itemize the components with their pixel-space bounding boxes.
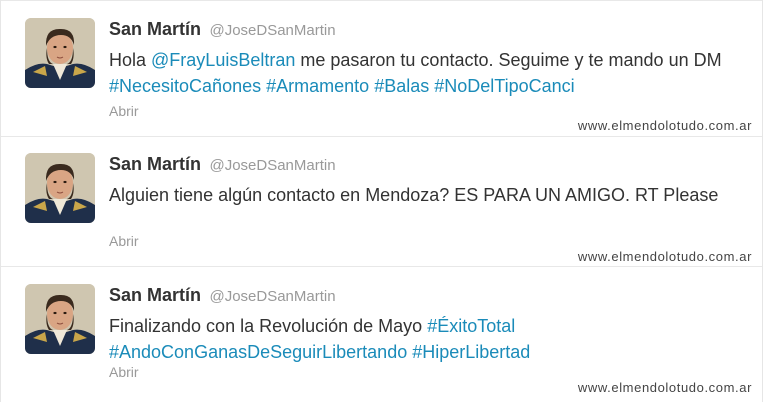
tweet-text-segment: me pasaron tu contacto. Seguime y te man… [295, 50, 722, 70]
open-link[interactable]: Abrir [109, 233, 139, 249]
tweet-header: San Martín @JoseDSanMartin [109, 285, 336, 306]
hashtag-link[interactable]: #Balas [374, 76, 429, 96]
tweet-text: Finalizando con la Revolución de Mayo #É… [109, 313, 749, 365]
avatar[interactable] [25, 153, 95, 223]
watermark: www.elmendolotudo.com.ar [577, 249, 752, 264]
tweet[interactable]: San Martín @JoseDSanMartin Hola @FrayLui… [1, 0, 762, 137]
open-link[interactable]: Abrir [109, 364, 139, 380]
tweet-text: Hola @FrayLuisBeltran me pasaron tu cont… [109, 47, 749, 99]
open-link[interactable]: Abrir [109, 103, 139, 119]
portrait-image [25, 284, 95, 354]
avatar[interactable] [25, 284, 95, 354]
hashtag-link[interactable]: #HiperLibertad [412, 342, 530, 362]
tweet-text: Alguien tiene algún contacto en Mendoza?… [109, 182, 749, 208]
hashtag-link[interactable]: #NecesitoCañones [109, 76, 261, 96]
user-handle[interactable]: @JoseDSanMartin [209, 22, 335, 39]
user-handle[interactable]: @JoseDSanMartin [209, 288, 335, 305]
tweet[interactable]: San Martín @JoseDSanMartin Finalizando c… [1, 267, 762, 401]
watermark: www.elmendolotudo.com.ar [577, 118, 752, 133]
display-name[interactable]: San Martín [109, 285, 201, 305]
mention-link[interactable]: @FrayLuisBeltran [151, 50, 295, 70]
hashtag-link[interactable]: #ÉxitoTotal [427, 316, 515, 336]
avatar[interactable] [25, 18, 95, 88]
display-name[interactable]: San Martín [109, 154, 201, 174]
tweet-text-segment: Hola [109, 50, 152, 70]
hashtag-link[interactable]: #NoDelTipoCanci [434, 76, 574, 96]
tweet-header: San Martín @JoseDSanMartin [109, 19, 336, 40]
tweet[interactable]: San Martín @JoseDSanMartin Alguien tiene… [1, 136, 762, 267]
watermark: www.elmendolotudo.com.ar [577, 380, 752, 395]
tweet-header: San Martín @JoseDSanMartin [109, 154, 336, 175]
hashtag-link[interactable]: #Armamento [266, 76, 369, 96]
user-handle[interactable]: @JoseDSanMartin [209, 157, 335, 174]
portrait-image [25, 153, 95, 223]
tweet-feed: San Martín @JoseDSanMartin Hola @FrayLui… [0, 0, 763, 402]
tweet-text-segment: Finalizando con la Revolución de Mayo [109, 316, 428, 336]
tweet-text-segment: Alguien tiene algún contacto en Mendoza?… [109, 185, 719, 205]
hashtag-link[interactable]: #AndoConGanasDeSeguirLibertando [109, 342, 407, 362]
display-name[interactable]: San Martín [109, 19, 201, 39]
portrait-image [25, 18, 95, 88]
